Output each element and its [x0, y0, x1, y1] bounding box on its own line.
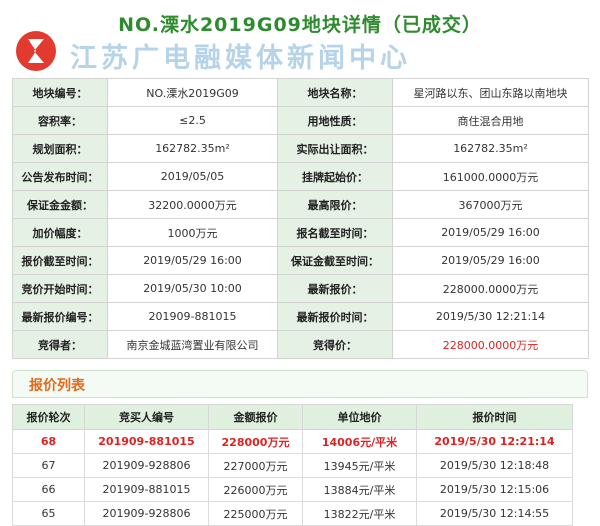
quote-cell: 13884元/平米 — [302, 477, 417, 502]
news-logo-icon — [16, 31, 56, 71]
quote-column-header: 竞买人编号 — [84, 404, 209, 430]
detail-label: 保证金截至时间： — [277, 246, 393, 275]
quote-cell: 13945元/平米 — [302, 453, 417, 478]
detail-label: 最新报价时间： — [277, 302, 393, 331]
quote-cell: 201909-928806 — [84, 501, 209, 526]
quote-cell: 201909-881015 — [84, 477, 209, 502]
details-row: 报价截至时间： 2019/05/29 16:00 保证金截至时间： 2019/05/2… — [12, 246, 589, 275]
detail-value: 228000.0000万元 — [392, 330, 589, 359]
details-row: 竞价开始时间： 2019/05/30 10:00 最新报价： 228000.0000万… — [12, 274, 589, 303]
quote-cell: 67 — [12, 453, 85, 478]
detail-label: 用地性质： — [277, 106, 393, 135]
quote-cell: 13822元/平米 — [302, 501, 417, 526]
detail-value: 2019/05/30 10:00 — [107, 274, 278, 303]
detail-value: 161000.0000万元 — [392, 162, 589, 191]
quote-cell: 228000万元 — [208, 429, 303, 454]
detail-label: 地块名称： — [277, 78, 393, 107]
detail-label: 保证金金额： — [12, 190, 108, 219]
quote-row: 67 201909-928806 227000万元 13945元/平米 2019/5/3… — [12, 453, 573, 478]
detail-value: 162782.35m² — [392, 134, 589, 163]
detail-value: 201909-881015 — [107, 302, 278, 331]
details-row: 保证金金额： 32200.0000万元 最高限价： 367000万元 — [12, 190, 589, 219]
detail-label: 公告发布时间： — [12, 162, 108, 191]
detail-label: 竞价开始时间： — [12, 274, 108, 303]
detail-label: 最新报价编号： — [12, 302, 108, 331]
detail-value: 162782.35m² — [107, 134, 278, 163]
detail-label: 报价截至时间： — [12, 246, 108, 275]
quote-cell: 68 — [12, 429, 85, 454]
detail-value: 南京金城蓝湾置业有限公司 — [107, 330, 278, 359]
details-row: 规划面积： 162782.35m² 实际出让面积： 162782.35m² — [12, 134, 589, 163]
detail-label: 实际出让面积： — [277, 134, 393, 163]
details-row: 容积率： ≤2.5 用地性质： 商住混合用地 — [12, 106, 589, 135]
quote-cell: 201909-881015 — [84, 429, 209, 454]
quote-cell: 66 — [12, 477, 85, 502]
detail-value: 星河路以东、团山东路以南地块 — [392, 78, 589, 107]
quote-column-header: 报价轮次 — [12, 404, 85, 430]
detail-value: 2019/5/30 12:21:14 — [392, 302, 589, 331]
detail-value: 2019/05/29 16:00 — [392, 218, 589, 247]
detail-value: 367000万元 — [392, 190, 589, 219]
detail-value: NO.溧水2019G09 — [107, 78, 278, 107]
detail-value: 商住混合用地 — [392, 106, 589, 135]
quote-cell: 14006元/平米 — [302, 429, 417, 454]
detail-value: 2019/05/29 16:00 — [392, 246, 589, 275]
quote-cell: 227000万元 — [208, 453, 303, 478]
detail-value: 2019/05/05 — [107, 162, 278, 191]
quote-list-section: 报价列表 报价轮次 竞买人编号 金额报价 单位地价 报价时间 68 201909-8810… — [12, 370, 588, 526]
quote-cell: 2019/5/30 12:14:55 — [416, 501, 573, 526]
quote-list-title: 报价列表 — [29, 378, 85, 394]
detail-value: 228000.0000万元 — [392, 274, 589, 303]
detail-label: 加价幅度： — [12, 218, 108, 247]
quote-cell: 201909-928806 — [84, 453, 209, 478]
quote-column-header: 金额报价 — [208, 404, 303, 430]
quote-cell: 225000万元 — [208, 501, 303, 526]
details-row: 地块编号： NO.溧水2019G09 地块名称： 星河路以东、团山东路以南地块 — [12, 78, 589, 107]
quote-cell: 226000万元 — [208, 477, 303, 502]
detail-value: 1000万元 — [107, 218, 278, 247]
quote-row: 66 201909-881015 226000万元 13884元/平米 2019/5/3… — [12, 477, 573, 502]
quote-row: 65 201909-928806 225000万元 13822元/平米 2019/5/3… — [12, 501, 573, 526]
detail-label: 最高限价： — [277, 190, 393, 219]
detail-label: 挂牌起始价： — [277, 162, 393, 191]
detail-value: 32200.0000万元 — [107, 190, 278, 219]
quote-list-tab[interactable]: 报价列表 — [12, 370, 588, 398]
quote-list-table: 报价轮次 竞买人编号 金额报价 单位地价 报价时间 68 201909-881015 228… — [12, 404, 573, 526]
detail-label: 容积率： — [12, 106, 108, 135]
page-title: NO.溧水2019G09地块详情（已成交） — [118, 14, 482, 36]
detail-label: 竞得价： — [277, 330, 393, 359]
detail-value: 2019/05/29 16:00 — [107, 246, 278, 275]
detail-label: 地块编号： — [12, 78, 108, 107]
quote-column-header: 报价时间 — [416, 404, 573, 430]
details-row: 加价幅度： 1000万元 报名截至时间： 2019/05/29 16:00 — [12, 218, 589, 247]
details-row: 公告发布时间： 2019/05/05 挂牌起始价： 161000.0000万元 — [12, 162, 589, 191]
land-details-table: 地块编号： NO.溧水2019G09 地块名称： 星河路以东、团山东路以南地块 容积率：… — [12, 78, 589, 359]
quote-row: 68 201909-881015 228000万元 14006元/平米 2019/5/3… — [12, 429, 573, 454]
detail-label: 最新报价： — [277, 274, 393, 303]
detail-label: 报名截至时间： — [277, 218, 393, 247]
detail-label: 竞得者： — [12, 330, 108, 359]
detail-label: 规划面积： — [12, 134, 108, 163]
quote-cell: 2019/5/30 12:21:14 — [416, 429, 573, 454]
quote-cell: 65 — [12, 501, 85, 526]
quote-cell: 2019/5/30 12:15:06 — [416, 477, 573, 502]
details-row: 最新报价编号： 201909-881015 最新报价时间： 2019/5/30 12:… — [12, 302, 589, 331]
details-row: 竞得者： 南京金城蓝湾置业有限公司 竞得价： 228000.0000万元 — [12, 330, 589, 359]
quote-column-header: 单位地价 — [302, 404, 417, 430]
watermark-text: 江苏广电融媒体新闻中心 — [70, 43, 411, 74]
quote-cell: 2019/5/30 12:18:48 — [416, 453, 573, 478]
detail-value: ≤2.5 — [107, 106, 278, 135]
